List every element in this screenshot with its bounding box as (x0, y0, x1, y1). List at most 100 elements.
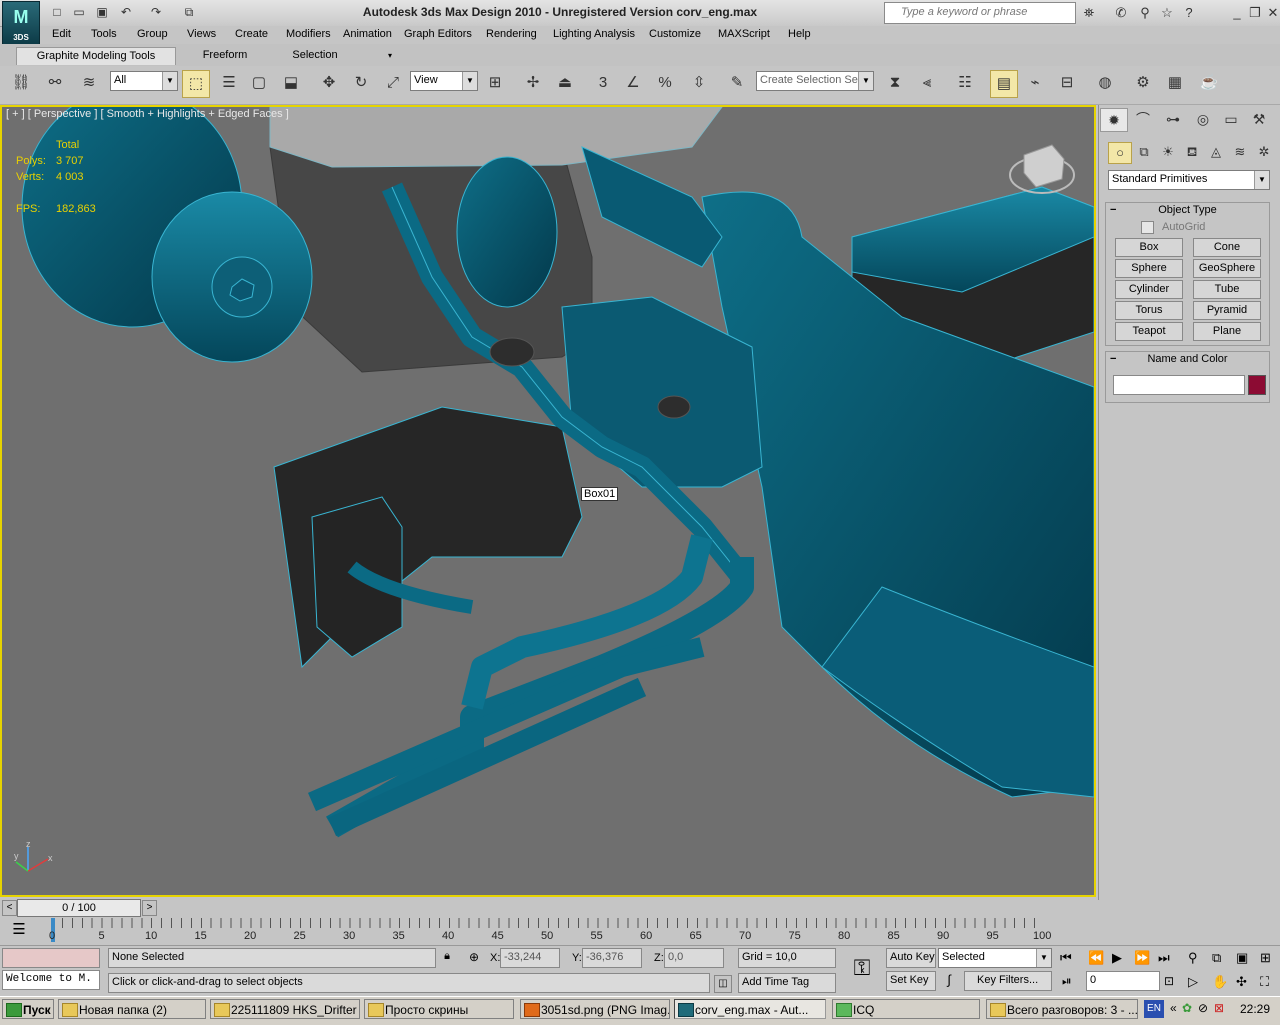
favorites-star-icon[interactable]: ☆ (1158, 4, 1176, 22)
select-and-manipulate-icon[interactable]: ✢ (520, 70, 546, 96)
add-time-tag-button[interactable]: Add Time Tag (738, 973, 836, 993)
binoculars-icon[interactable]: ⛯ (1080, 4, 1098, 22)
angle-snap-icon[interactable]: ∠ (620, 70, 646, 96)
tab-freeform[interactable]: Freeform (190, 47, 260, 64)
rollout-collapse-icon[interactable]: − (1110, 204, 1116, 216)
geosphere-button[interactable]: GeoSphere (1193, 259, 1261, 278)
task-browser-png[interactable]: 3051sd.png (PNG Imag... (520, 999, 670, 1019)
time-tag-icon[interactable]: ◫ (714, 975, 732, 993)
menu-rendering[interactable]: Rendering (486, 28, 537, 40)
satellite-icon[interactable]: ⚲ (1136, 4, 1154, 22)
tab-selection[interactable]: Selection (280, 47, 350, 64)
layer-manager-icon[interactable]: ☷ (952, 70, 978, 96)
time-configuration-icon[interactable]: ⊡ (1164, 974, 1174, 988)
language-indicator[interactable]: EN (1144, 1000, 1164, 1018)
save-file-icon[interactable]: ▣ (93, 4, 111, 21)
spinner-snap-icon[interactable]: ⇳ (686, 70, 712, 96)
viewport-label[interactable]: [ + ] [ Perspective ] [ Smooth + Highlig… (6, 108, 289, 120)
space-warps-icon[interactable]: ≋ (1229, 142, 1251, 162)
menu-edit[interactable]: Edit (52, 28, 71, 40)
box-button[interactable]: Box (1115, 238, 1183, 257)
geometry-icon[interactable]: ○ (1108, 142, 1132, 164)
helpers-icon[interactable]: ◬ (1205, 142, 1227, 162)
redo-icon[interactable]: ↷ (147, 4, 165, 21)
open-file-icon[interactable]: ▭ (70, 4, 88, 21)
window-crossing-icon[interactable]: ⬓ (278, 70, 304, 96)
tray-network-icon[interactable]: ⊘ (1198, 1001, 1208, 1015)
restore-icon[interactable]: ❐ (1246, 4, 1264, 22)
zoom-all-icon[interactable]: ⧉ (1212, 950, 1221, 966)
sphere-button[interactable]: Sphere (1115, 259, 1183, 278)
maximize-viewport-icon[interactable]: ⛶ (1260, 974, 1269, 990)
play-icon[interactable]: ▶ (1112, 950, 1122, 966)
previous-frame-icon[interactable]: ⏪ (1088, 950, 1104, 966)
cone-button[interactable]: Cone (1193, 238, 1261, 257)
zoom-icon[interactable]: ⚲ (1188, 950, 1198, 966)
bind-space-warp-icon[interactable]: ≋ (76, 70, 102, 96)
project-folder-icon[interactable]: ⧉ (180, 4, 198, 21)
task-screens-folder[interactable]: Просто скрины (364, 999, 514, 1019)
go-to-end-icon[interactable]: ⏭ (1158, 950, 1170, 966)
lights-icon[interactable]: ☀ (1157, 142, 1179, 162)
unlink-icon[interactable]: ⚯ (42, 70, 68, 96)
task-hks-drifter-folder[interactable]: 225111809 HKS_Drifter (210, 999, 360, 1019)
mini-curve-editor-icon[interactable]: ☰ (6, 919, 32, 941)
torus-button[interactable]: Torus (1115, 301, 1183, 320)
material-editor-icon[interactable]: ◍ (1092, 70, 1118, 96)
time-slider-track[interactable] (0, 898, 1098, 916)
autogrid-checkbox[interactable] (1141, 221, 1154, 234)
object-type-title[interactable]: Object Type (1106, 204, 1269, 216)
select-and-link-icon[interactable]: ⛓ (8, 70, 34, 96)
align-icon[interactable]: ⫷ (914, 70, 940, 96)
object-name-input[interactable] (1113, 375, 1245, 395)
close-icon[interactable]: ✕ (1264, 4, 1280, 22)
set-key-button[interactable]: Set Key (886, 971, 936, 991)
snaps-toggle-icon[interactable]: 3 (590, 70, 616, 96)
z-coordinate-input[interactable]: 0,0 (664, 948, 724, 968)
next-frame-icon[interactable]: ⏩ (1134, 950, 1150, 966)
app-logo-button[interactable]: M 3DS (2, 1, 40, 45)
new-file-icon[interactable]: □ (48, 4, 66, 21)
mirror-icon[interactable]: ⧗ (882, 70, 908, 96)
pan-view-icon[interactable]: ✋ (1212, 974, 1228, 990)
select-and-scale-icon[interactable]: ⤢ (380, 70, 406, 96)
tray-icq-icon[interactable]: ✿ (1182, 1001, 1192, 1015)
named-selection-set-select[interactable]: Create Selection Se ▼ (756, 71, 874, 91)
select-object-icon[interactable]: ⬚ (182, 70, 210, 98)
menu-tools[interactable]: Tools (91, 28, 117, 40)
teapot-button[interactable]: Teapot (1115, 322, 1183, 341)
menu-group[interactable]: Group (137, 28, 168, 40)
rollout-collapse-icon[interactable]: − (1110, 353, 1116, 365)
field-of-view-icon[interactable]: ▷ (1188, 974, 1198, 990)
x-coordinate-input[interactable]: -33,244 (500, 948, 560, 968)
time-slider-next-button[interactable]: > (142, 900, 157, 916)
utilities-tab-icon[interactable]: ⚒ (1246, 108, 1272, 130)
menu-animation[interactable]: Animation (343, 28, 392, 40)
cylinder-button[interactable]: Cylinder (1115, 280, 1183, 299)
shapes-icon[interactable]: ⧉ (1133, 142, 1155, 162)
maxscript-mini-listener[interactable]: Welcome to M. (2, 970, 100, 990)
tab-graphite-modeling-tools[interactable]: Graphite Modeling Tools (16, 47, 176, 65)
selection-lock-icon[interactable]: 🔒︎ (440, 950, 454, 966)
systems-icon[interactable]: ✲ (1253, 142, 1275, 162)
pyramid-button[interactable]: Pyramid (1193, 301, 1261, 320)
menu-modifiers[interactable]: Modifiers (286, 28, 331, 40)
help-icon[interactable]: ? (1180, 4, 1198, 22)
primitive-category-select[interactable]: Standard Primitives ▼ (1108, 170, 1270, 190)
cameras-icon[interactable]: ⛾ (1181, 142, 1203, 162)
menu-customize[interactable]: Customize (649, 28, 701, 40)
modify-tab-icon[interactable]: ⌒ (1130, 108, 1156, 130)
task-icq[interactable]: ICQ (832, 999, 980, 1019)
search-input[interactable]: Type a keyword or phrase (884, 2, 1076, 24)
graphite-toggle-icon[interactable]: ▤ (990, 70, 1018, 98)
hierarchy-tab-icon[interactable]: ⊶ (1160, 108, 1186, 130)
tube-button[interactable]: Tube (1193, 280, 1261, 299)
render-production-icon[interactable]: ☕ (1196, 70, 1222, 96)
select-and-rotate-icon[interactable]: ↻ (348, 70, 374, 96)
create-tab-icon[interactable]: ✹ (1100, 108, 1128, 132)
motion-tab-icon[interactable]: ◎ (1190, 108, 1216, 130)
minimize-icon[interactable]: _ (1228, 4, 1246, 22)
reference-coordinate-select[interactable]: View ▼ (410, 71, 478, 91)
menu-create[interactable]: Create (235, 28, 268, 40)
key-mode-toggle-icon[interactable]: ⏯ (1062, 974, 1072, 989)
